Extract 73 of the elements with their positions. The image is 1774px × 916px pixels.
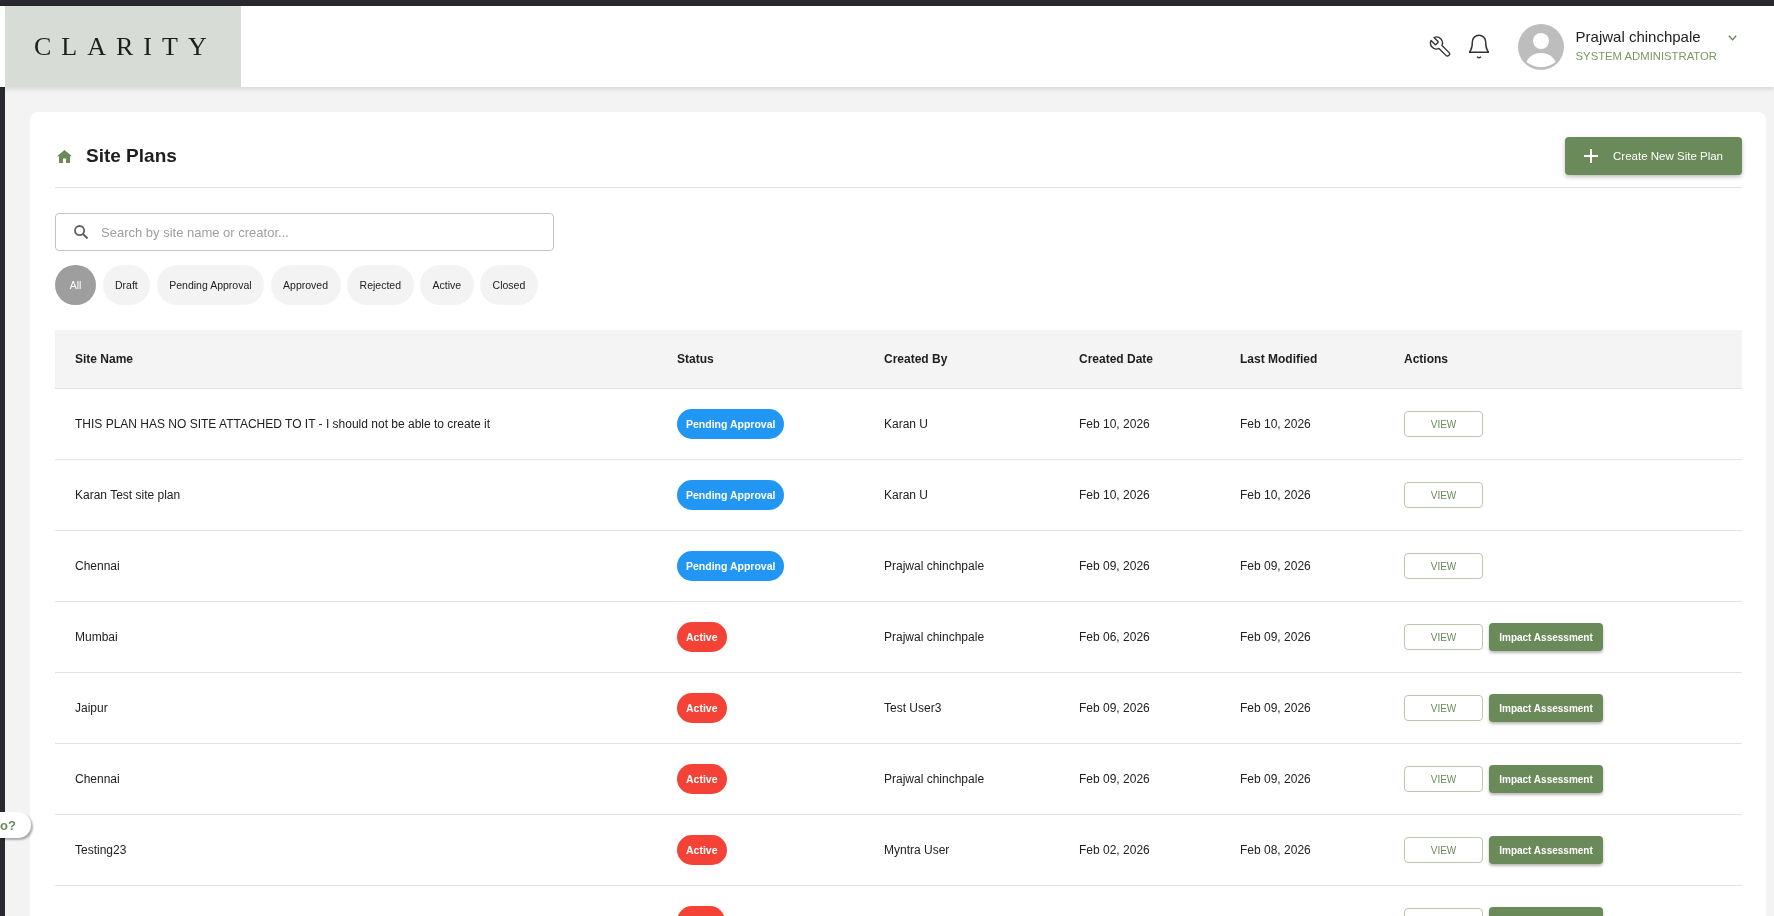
logo: CLARITY: [5, 6, 241, 87]
filter-chip[interactable]: Pending Approval: [156, 265, 265, 305]
status-badge: Pending Approval: [677, 409, 785, 439]
table-cell: Myntra User: [884, 843, 950, 857]
table-cell: Karan Test site plan: [75, 488, 181, 502]
chevron-down-icon[interactable]: [1728, 34, 1737, 41]
table-cell: Feb 10, 2026: [1079, 417, 1150, 431]
view-button[interactable]: VIEW: [1404, 624, 1483, 650]
view-button[interactable]: VIEW: [1404, 553, 1483, 579]
table-cell: Feb 10, 2026: [1240, 417, 1311, 431]
search-field[interactable]: Search by site name or creator...: [55, 213, 554, 251]
column-header: Site Name: [75, 352, 134, 366]
wrench-icon[interactable]: [1428, 35, 1452, 58]
status-badge: Active: [677, 622, 727, 652]
table-cell: Feb 09, 2026: [1079, 559, 1150, 573]
table-cell: Feb 10, 2026: [1079, 488, 1150, 502]
page-title: Site Plans: [86, 145, 177, 167]
help-tab[interactable]: o?: [0, 812, 31, 838]
bell-icon[interactable]: [1468, 34, 1489, 59]
table-cell: Feb 09, 2026: [1240, 701, 1311, 715]
filter-chip[interactable]: Rejected: [347, 265, 414, 305]
create-site-plan-button[interactable]: Create New Site Plan: [1565, 137, 1742, 175]
table-cell: Feb 08, 2026: [1240, 843, 1311, 857]
table-cell: Mumbai: [75, 630, 118, 644]
impact-assessment-button[interactable]: Impact Assessment: [1489, 694, 1603, 722]
search-icon: [74, 225, 88, 239]
status-badge: Active: [677, 835, 727, 865]
table-cell: Chennai: [75, 559, 120, 573]
table-cell: Feb 09, 2026: [1240, 559, 1311, 573]
impact-assessment-button[interactable]: Impact Assessment: [1489, 765, 1603, 793]
filter-chip[interactable]: All: [55, 265, 96, 305]
table-cell: Chennai: [75, 772, 120, 786]
table-cell: Jaipur: [75, 701, 108, 715]
view-button[interactable]: VIEW: [1404, 837, 1483, 863]
table-cell: Testing23: [75, 843, 127, 857]
view-button[interactable]: VIEW: [1404, 482, 1483, 508]
column-header: Last Modified: [1240, 352, 1318, 366]
view-button[interactable]: VIEW: [1404, 695, 1483, 721]
table-cell: Feb 09, 2026: [1240, 630, 1311, 644]
filter-chip[interactable]: Closed: [480, 265, 538, 305]
table-cell: Prajwal chinchpale: [884, 772, 985, 786]
table-cell: Feb 09, 2026: [1240, 772, 1311, 786]
status-badge: Pending Approval: [677, 551, 785, 581]
column-header: Actions: [1404, 352, 1448, 366]
user-name: Prajwal chinchpale: [1575, 28, 1702, 45]
table-cell: THIS PLAN HAS NO SITE ATTACHED TO IT - I should not be able to create it: [75, 417, 491, 431]
view-button[interactable]: VIEW: [1404, 411, 1483, 437]
table-cell: Prajwal chinchpale: [884, 559, 985, 573]
table-cell: Test User3: [884, 701, 942, 715]
table-cell: Prajwal chinchpale: [884, 630, 985, 644]
table-cell: Karan U: [884, 488, 929, 502]
table-cell: Feb 02, 2026: [1079, 843, 1150, 857]
plus-icon: [1584, 149, 1599, 163]
column-header: Status: [677, 352, 714, 366]
view-button[interactable]: VIEW: [1404, 766, 1483, 792]
status-badge: Active: [677, 693, 727, 723]
table-cell: Feb 10, 2026: [1240, 488, 1311, 502]
table-cell: Feb 09, 2026: [1079, 701, 1150, 715]
impact-assessment-button[interactable]: Impact Assessment: [1489, 836, 1603, 864]
avatar-icon: [1517, 23, 1564, 70]
filter-chip[interactable]: Draft: [102, 265, 151, 305]
user-role: SYSTEM ADMINISTRATOR: [1575, 50, 1717, 62]
filter-chip[interactable]: Approved: [270, 265, 341, 305]
table-cell: Feb 09, 2026: [1079, 772, 1150, 786]
column-header: Created By: [884, 352, 948, 366]
table-cell: Feb 06, 2026: [1079, 630, 1150, 644]
status-badge: Pending Approval: [677, 480, 785, 510]
status-badge: Active: [677, 764, 727, 794]
table-cell: Karan U: [884, 417, 929, 431]
home-icon[interactable]: [57, 149, 72, 163]
column-header: Created Date: [1079, 352, 1154, 366]
filter-chip[interactable]: Active: [420, 265, 474, 305]
impact-assessment-button[interactable]: Impact Assessment: [1489, 623, 1603, 651]
